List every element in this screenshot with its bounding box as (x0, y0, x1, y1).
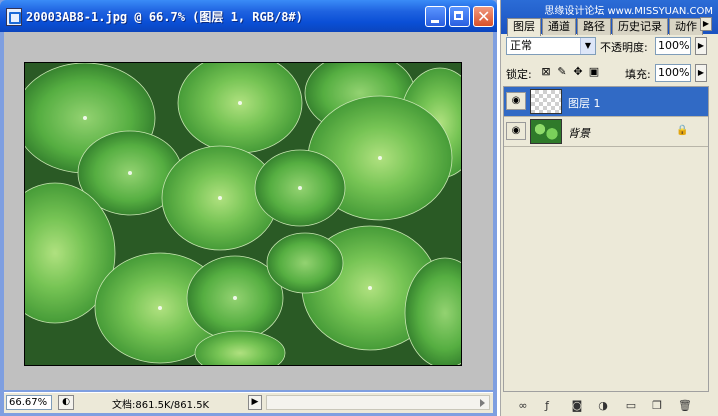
canvas-image[interactable] (24, 62, 462, 366)
new-group-icon[interactable]: ▭ (623, 399, 639, 413)
fill-label: 填充: (625, 68, 651, 81)
link-layers-icon[interactable]: ∞ (515, 399, 531, 413)
opacity-label: 不透明度: (600, 41, 648, 54)
layer-thumbnail (530, 119, 562, 144)
new-layer-icon[interactable]: ❐ (649, 399, 665, 413)
document-title: 20003AB8-1.jpg @ 66.7% (图层 1, RGB/8#) (26, 10, 303, 24)
minimize-button[interactable] (425, 6, 446, 27)
layer-list: ◉ 图层 1 ◉ 背景 🔒 (503, 86, 709, 392)
maximize-button[interactable] (449, 6, 470, 27)
status-nav-button[interactable]: ◐ (58, 395, 74, 410)
photoshop-document-icon (6, 8, 22, 26)
maximize-icon (454, 11, 463, 20)
layer-mask-icon[interactable]: ◙ (569, 399, 585, 413)
fill-input[interactable]: 100% (655, 64, 691, 82)
layer-name: 背景 (568, 127, 590, 140)
blend-mode-value: 正常 (510, 39, 532, 52)
close-button[interactable]: ✕ (473, 6, 494, 27)
eye-icon[interactable]: ◉ (506, 122, 526, 140)
document-statusbar: 66.67% ◐ 文档:861.5K/861.5K ▶ (4, 392, 493, 413)
canvas-area[interactable] (4, 32, 493, 390)
layer-row[interactable]: ◉ 背景 🔒 (504, 117, 708, 147)
watermark-text: 思缘设计论坛 www.MISSYUAN.COM (544, 6, 713, 17)
minimize-icon (431, 20, 439, 23)
close-icon: ✕ (477, 7, 491, 26)
adjustment-layer-icon[interactable]: ◑ (595, 399, 611, 413)
horizontal-scrollbar[interactable] (266, 395, 490, 410)
tab-history[interactable]: 历史记录 (612, 18, 668, 35)
tab-channels[interactable]: 通道 (542, 18, 576, 35)
lock-row: 锁定: ⊠ ✎ ✥ ▣ 填充: 100% ▶ (506, 64, 716, 82)
eye-icon[interactable]: ◉ (506, 92, 526, 110)
document-window: 20003AB8-1.jpg @ 66.7% (图层 1, RGB/8#) ✕ (0, 0, 497, 416)
lock-brush-icon[interactable]: ✎ (556, 66, 568, 78)
lock-label: 锁定: (506, 68, 532, 81)
trash-icon[interactable]: 🗑 (677, 399, 693, 413)
status-menu-arrow-icon[interactable]: ▶ (248, 395, 262, 410)
opacity-slider-arrow-icon[interactable]: ▶ (695, 37, 707, 55)
fill-slider-arrow-icon[interactable]: ▶ (695, 64, 707, 82)
document-titlebar[interactable]: 20003AB8-1.jpg @ 66.7% (图层 1, RGB/8#) ✕ (0, 0, 497, 32)
layer-style-icon[interactable]: ƒ (539, 399, 555, 413)
panel-tab-strip: 思缘设计论坛 www.MISSYUAN.COM 图层 通道 路径 历史记录 动作… (501, 0, 718, 36)
panel-menu-icon[interactable]: ▶ (700, 17, 712, 31)
zoom-level-field[interactable]: 66.67% (6, 395, 52, 410)
panel-bottom-toolbar: ∞ ƒ ◙ ◑ ▭ ❐ 🗑 (501, 396, 718, 416)
chevron-down-icon: ▼ (580, 38, 595, 54)
nasturtium-leaves-image (25, 63, 461, 365)
lock-all-icon[interactable]: ▣ (588, 66, 600, 78)
lock-icon: 🔒 (676, 125, 689, 136)
layer-row[interactable]: ◉ 图层 1 (504, 87, 708, 117)
tab-actions[interactable]: 动作 (669, 18, 703, 35)
document-size-info: 文档:861.5K/861.5K (112, 400, 210, 411)
layer-thumbnail (530, 89, 562, 114)
opacity-input[interactable]: 100% (655, 37, 691, 55)
lock-move-icon[interactable]: ✥ (572, 66, 584, 78)
lock-transparency-icon[interactable]: ⊠ (540, 66, 552, 78)
tab-layers[interactable]: 图层 (507, 18, 541, 36)
blend-mode-select[interactable]: 正常 ▼ (506, 37, 596, 55)
layers-panel: 思缘设计论坛 www.MISSYUAN.COM 图层 通道 路径 历史记录 动作… (500, 0, 718, 416)
tab-paths[interactable]: 路径 (577, 18, 611, 35)
layer-name: 图层 1 (568, 97, 601, 110)
